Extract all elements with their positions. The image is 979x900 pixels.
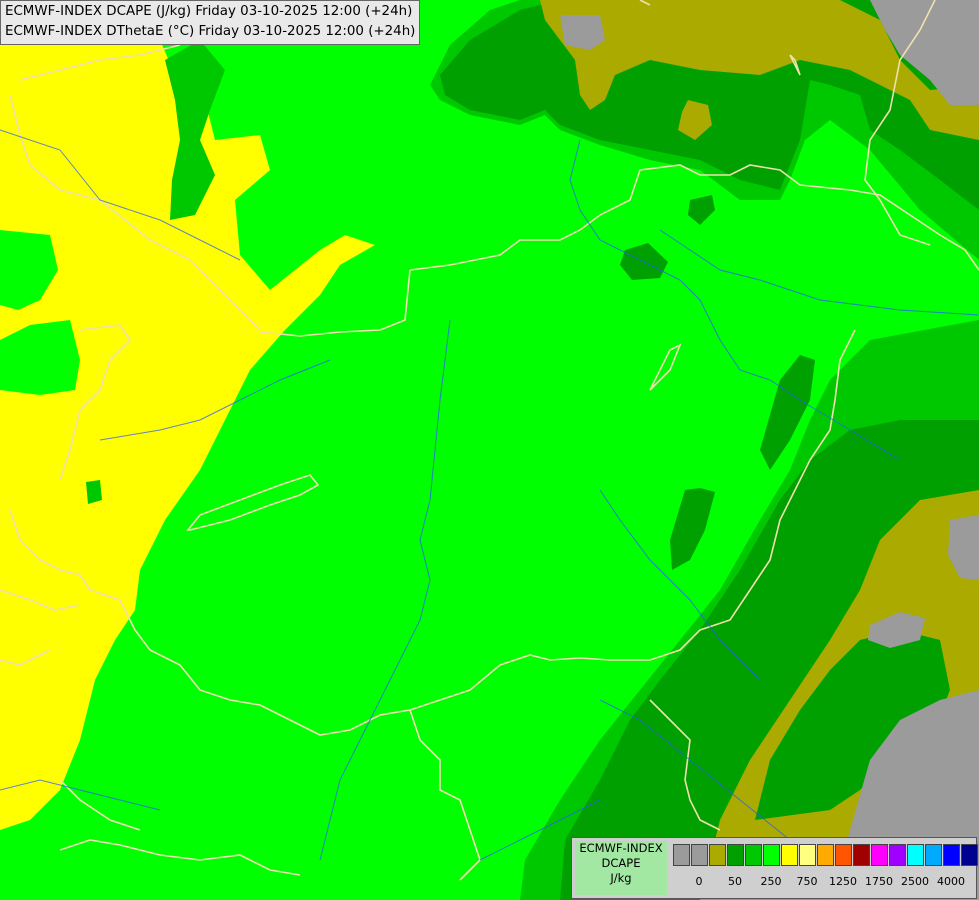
field-dark-spot-west xyxy=(86,480,102,504)
color-legend: ECMWF-INDEX DCAPE J/kg 0 50 250 750 1250 1750… xyxy=(571,837,979,899)
legend-swatch xyxy=(673,844,690,866)
legend-tick-label: 4000 xyxy=(937,875,965,888)
legend-swatch xyxy=(961,844,978,866)
legend-tick-label: 2500 xyxy=(901,875,929,888)
legend-swatches xyxy=(673,844,979,866)
legend-tick-label: 1750 xyxy=(865,875,893,888)
legend-label: ECMWF-INDEX DCAPE J/kg xyxy=(575,841,667,895)
legend-ticks: 0 50 250 750 1250 1750 2500 4000 xyxy=(673,875,973,891)
legend-swatch xyxy=(817,844,834,866)
legend-swatch xyxy=(889,844,906,866)
legend-swatch xyxy=(709,844,726,866)
legend-swatch xyxy=(745,844,762,866)
title-dcape: ECMWF-INDEX DCAPE (J/kg) Friday 03-10-20… xyxy=(5,4,413,19)
forecast-map: ECMWF-INDEX DCAPE (J/kg) Friday 03-10-20… xyxy=(0,0,979,900)
map-title-box: ECMWF-INDEX DCAPE (J/kg) Friday 03-10-20… xyxy=(0,0,421,45)
legend-swatch xyxy=(853,844,870,866)
legend-tick-label: 750 xyxy=(796,875,818,888)
legend-tick-label: 0 xyxy=(695,875,703,888)
legend-label-field: DCAPE xyxy=(601,856,641,870)
legend-swatch xyxy=(835,844,852,866)
legend-swatch xyxy=(781,844,798,866)
legend-swatch xyxy=(727,844,744,866)
legend-tick-label: 50 xyxy=(728,875,742,888)
legend-swatch xyxy=(925,844,942,866)
legend-swatch xyxy=(943,844,960,866)
legend-label-unit: J/kg xyxy=(610,871,632,885)
legend-label-model: ECMWF-INDEX xyxy=(579,841,663,855)
legend-swatch xyxy=(907,844,924,866)
legend-tick-label: 250 xyxy=(760,875,782,888)
legend-swatch xyxy=(799,844,816,866)
legend-swatch xyxy=(763,844,780,866)
legend-swatch xyxy=(691,844,708,866)
legend-tick-label: 1250 xyxy=(829,875,857,888)
title-dthetae: ECMWF-INDEX DThetaE (°C) Friday 03-10-20… xyxy=(5,24,416,39)
map-canvas xyxy=(0,0,979,900)
legend-swatch xyxy=(871,844,888,866)
